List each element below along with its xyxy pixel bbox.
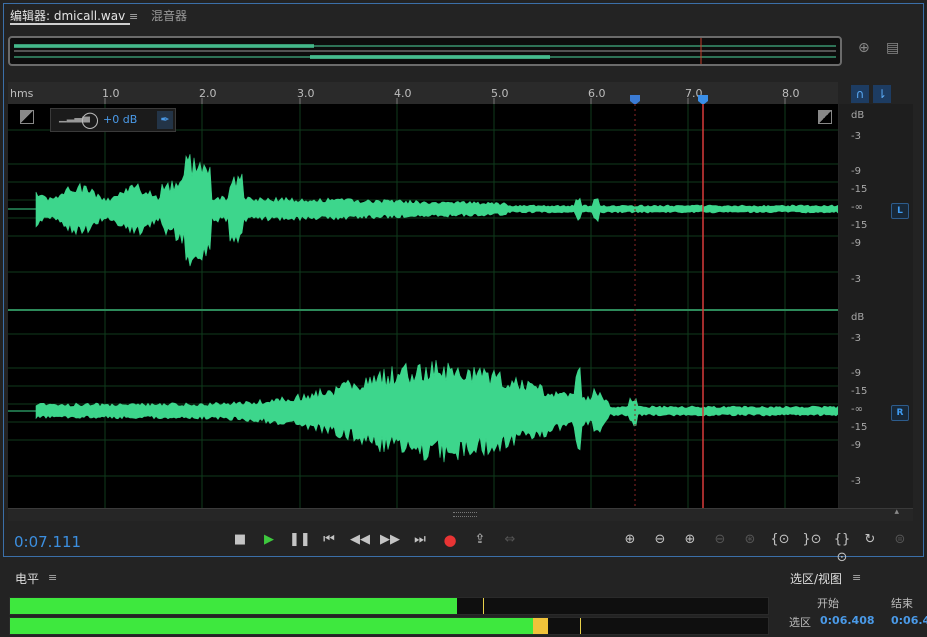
db-label: -15 [851,184,868,195]
level-meter-left [9,597,769,615]
selection-row-label: 选区 [789,616,811,629]
rewind-button[interactable]: ◀◀ [350,531,370,549]
levels-panel: 电平 ≡ [0,563,774,637]
column-start-label: 开始 [817,597,839,610]
zoom-out-full-button[interactable]: ⊜ [890,531,910,549]
zoom-in-right-button[interactable]: }⊙ [802,531,822,549]
db-unit-label: dB [851,312,865,323]
db-label: -3 [851,274,861,285]
zoom-selection-button[interactable]: {}⊙ [830,531,854,565]
selection-view-title: 选区/视图 [790,572,843,586]
corner-toggle-right-icon[interactable] [818,110,832,124]
skip-selection-button[interactable]: ⇔ [500,531,520,549]
zoom-in-time-button[interactable]: ⊕ [680,531,700,549]
level-meter-right-peak [580,618,581,634]
tab-menu-icon[interactable]: ≡ [129,10,138,23]
waveform-canvas [8,104,838,508]
active-tab-indicator [10,23,130,25]
snap-icon[interactable]: ∩ [851,85,869,103]
scroll-up-icon[interactable]: ▴ [894,507,899,517]
horizontal-scrollbar[interactable]: ▴ [8,507,913,521]
zoom-out-time-button[interactable]: ⊖ [710,531,730,549]
db-label: -15 [851,422,868,433]
db-label: -∞ [851,202,863,213]
db-label: -9 [851,166,861,177]
level-meter-right [9,617,769,635]
corner-toggle-left-icon[interactable] [20,110,34,124]
selection-start-value[interactable]: 0:06.408 [820,614,875,627]
db-label: -3 [851,476,861,487]
db-scale: dB -3 -9 -15 -∞ -15 -9 -3 L dB -3 -9 -15… [839,104,913,508]
fast-forward-button[interactable]: ▶▶ [380,531,400,549]
zoom-navigator-icon[interactable]: ⊕ [858,40,870,56]
level-meter-right-overload [533,618,549,634]
zoom-out-amplitude-button[interactable]: ⊖ [650,531,670,549]
selection-marker[interactable] [630,95,640,104]
record-button[interactable]: ● [440,531,460,549]
pause-button[interactable]: ❚❚ [289,531,311,549]
levels-panel-title: 电平 [15,572,40,586]
level-meter-left-peak [483,598,484,614]
hud-volume-value[interactable]: +0 dB [103,113,137,126]
column-end-label: 结束 [891,597,913,610]
scrollbar-grip-icon[interactable] [453,512,477,517]
marker-pin-icon[interactable]: ⇂ [873,85,891,103]
tab-editor-label: 编辑器: dmicall.wav [10,9,126,23]
overview-navigator[interactable] [8,36,842,66]
db-label: -3 [851,131,861,142]
db-label: -9 [851,368,861,379]
pin-icon[interactable]: ✒ [157,111,173,129]
go-to-end-button[interactable]: ⏭ [410,531,430,549]
waveform-right-channel [35,359,838,463]
tab-editor[interactable]: 编辑器: dmicall.wav ≡ [10,7,138,24]
right-channel-badge[interactable]: R [891,405,909,421]
current-time-display[interactable]: 0:07.111 [14,533,81,551]
level-meter-right-fill [10,618,534,634]
selection-view-panel: 选区/视图 ≡ 开始 结束 选区 0:06.408 0:06.40 [779,563,927,637]
level-meter-left-fill [10,598,458,614]
play-button[interactable]: ▶ [259,531,279,549]
playhead-marker[interactable] [698,95,708,104]
loop-button[interactable]: ⇪ [470,531,490,549]
db-label: -15 [851,220,868,231]
time-ruler[interactable]: hms 1.0 2.0 3.0 4.0 5.0 6.0 7.0 8.0 [8,82,838,105]
left-channel-badge[interactable]: L [891,203,909,219]
hud-volume-control[interactable]: ▁▂▃▄ ◯ +0 dB ✒ [50,108,176,132]
zoom-full-button[interactable]: ⊛ [740,531,760,549]
db-label: -15 [851,386,868,397]
db-label: -9 [851,238,861,249]
zoom-in-amplitude-button[interactable]: ⊕ [620,531,640,549]
tab-mixer[interactable]: 混音器 [151,7,187,24]
levels-menu-icon[interactable]: ≡ [48,571,57,584]
stop-button[interactable]: ■ [230,531,250,549]
go-to-start-button[interactable]: ⏮ [319,531,339,549]
list-icon[interactable]: ▤ [886,40,899,56]
selection-end-value[interactable]: 0:06.40 [891,614,927,627]
db-label: -∞ [851,404,863,415]
ruler-ticks [104,95,786,104]
db-label: -3 [851,333,861,344]
zoom-in-left-button[interactable]: {⊙ [770,531,790,549]
waveform-left-channel [35,154,838,267]
overview-waveform [14,38,836,64]
zoom-reset-button[interactable]: ↻ [860,531,880,549]
db-label: -9 [851,440,861,451]
db-unit-label: dB [851,110,865,121]
volume-knob-icon[interactable]: ◯ [81,110,99,129]
waveform-display[interactable] [8,104,838,508]
selection-view-menu-icon[interactable]: ≡ [852,571,861,584]
